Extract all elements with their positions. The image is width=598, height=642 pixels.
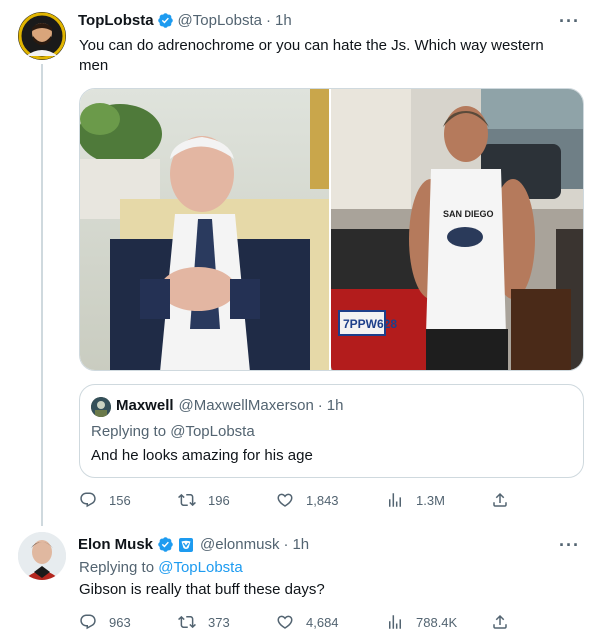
reply-views-button[interactable]: 788.4K: [386, 613, 491, 631]
reply-like-button[interactable]: 4,684: [276, 613, 386, 631]
views-icon: [389, 493, 401, 507]
reply-replying-prefix: Replying to: [79, 559, 155, 576]
retweet-icon: [178, 615, 196, 629]
share-button[interactable]: [491, 491, 521, 509]
time-separator: ·: [266, 12, 271, 29]
reply-text: Gibson is really that buff these days?: [79, 581, 325, 598]
tweet-header: TopLobsta @TopLobsta · 1h: [78, 12, 292, 29]
reply-time-separator: ·: [283, 536, 289, 553]
reply-reply-count: 963: [109, 614, 131, 630]
reply-icon: [80, 614, 96, 630]
quoted-replying-line: Replying to @TopLobsta: [91, 422, 255, 442]
quoted-timestamp[interactable]: 1h: [327, 397, 344, 414]
quoted-time-separator: ·: [317, 397, 323, 414]
reply-tweet[interactable]: Elon Musk @elonmusk · 1h ··· Replying to…: [0, 526, 598, 642]
author-handle[interactable]: @TopLobsta: [178, 12, 262, 29]
more-options-button[interactable]: ···: [559, 11, 580, 32]
tweet-timestamp[interactable]: 1h: [275, 12, 292, 29]
maxwell-avatar[interactable]: [91, 397, 111, 417]
reply-count: 156: [109, 492, 131, 508]
views-count: 1.3M: [416, 492, 445, 508]
main-tweet[interactable]: TopLobsta @TopLobsta · 1h ··· You can do…: [0, 0, 598, 526]
quoted-author-handle[interactable]: @MaxwellMaxerson: [179, 397, 314, 414]
quoted-replying-to-link[interactable]: @TopLobsta: [170, 423, 254, 440]
toplobsta-avatar[interactable]: [18, 12, 66, 60]
reply-replying-line: Replying to @TopLobsta: [79, 558, 243, 578]
reply-views-count: 788.4K: [416, 614, 458, 630]
quoted-replying-prefix: Replying to: [91, 423, 167, 440]
reply-author-name[interactable]: Elon Musk: [78, 536, 153, 553]
like-count: 1,843: [306, 492, 339, 508]
license-plate-text: 7PPW628: [343, 317, 397, 331]
thread-line: [41, 64, 43, 526]
quoted-author-name[interactable]: Maxwell: [116, 397, 174, 414]
elonmusk-avatar[interactable]: [18, 532, 66, 580]
reply-button[interactable]: 156: [79, 491, 178, 509]
retweet-button[interactable]: 196: [178, 491, 276, 509]
media-image-left[interactable]: [80, 89, 331, 370]
tweet-text: You can do adrenochrome or you can hate …: [79, 37, 544, 74]
shirt-text: SAN DIEGO: [443, 209, 494, 219]
reply-retweet-count: 373: [208, 614, 230, 630]
affiliate-badge-icon[interactable]: [178, 537, 194, 553]
verified-badge-icon[interactable]: [157, 12, 174, 29]
reply-like-count: 4,684: [306, 614, 339, 630]
share-icon: [493, 492, 507, 507]
reply-more-options-button[interactable]: ···: [559, 535, 580, 556]
reply-author-handle[interactable]: @elonmusk: [200, 536, 279, 553]
quoted-header: Maxwell @MaxwellMaxerson · 1h: [116, 397, 343, 414]
quoted-text: And he looks amazing for his age: [91, 447, 313, 464]
tweet-media[interactable]: 7PPW628 SAN DIEGO: [79, 88, 584, 371]
like-button[interactable]: 1,843: [276, 491, 386, 509]
reply-retweet-button[interactable]: 373: [178, 613, 276, 631]
like-icon: [277, 615, 293, 629]
reply-replying-to-link[interactable]: @TopLobsta: [158, 559, 242, 576]
media-image-right[interactable]: 7PPW628 SAN DIEGO: [331, 89, 583, 370]
tweet-actions: 156 196 1,843 1.3M: [79, 491, 521, 509]
reply-reply-button[interactable]: 963: [79, 613, 178, 631]
reply-icon: [80, 492, 96, 508]
like-icon: [277, 493, 293, 507]
retweet-icon: [178, 493, 196, 507]
views-icon: [389, 615, 401, 629]
retweet-count: 196: [208, 492, 230, 508]
author-name[interactable]: TopLobsta: [78, 12, 154, 29]
share-icon: [493, 614, 507, 629]
verified-badge-icon[interactable]: [157, 536, 174, 553]
quoted-tweet[interactable]: Maxwell @MaxwellMaxerson · 1h Replying t…: [79, 384, 584, 478]
views-button[interactable]: 1.3M: [386, 491, 491, 509]
reply-actions: 963 373 4,684 788.4K: [79, 613, 521, 631]
reply-header: Elon Musk @elonmusk · 1h: [78, 536, 309, 553]
reply-share-button[interactable]: [491, 613, 521, 631]
reply-timestamp[interactable]: 1h: [292, 536, 309, 553]
